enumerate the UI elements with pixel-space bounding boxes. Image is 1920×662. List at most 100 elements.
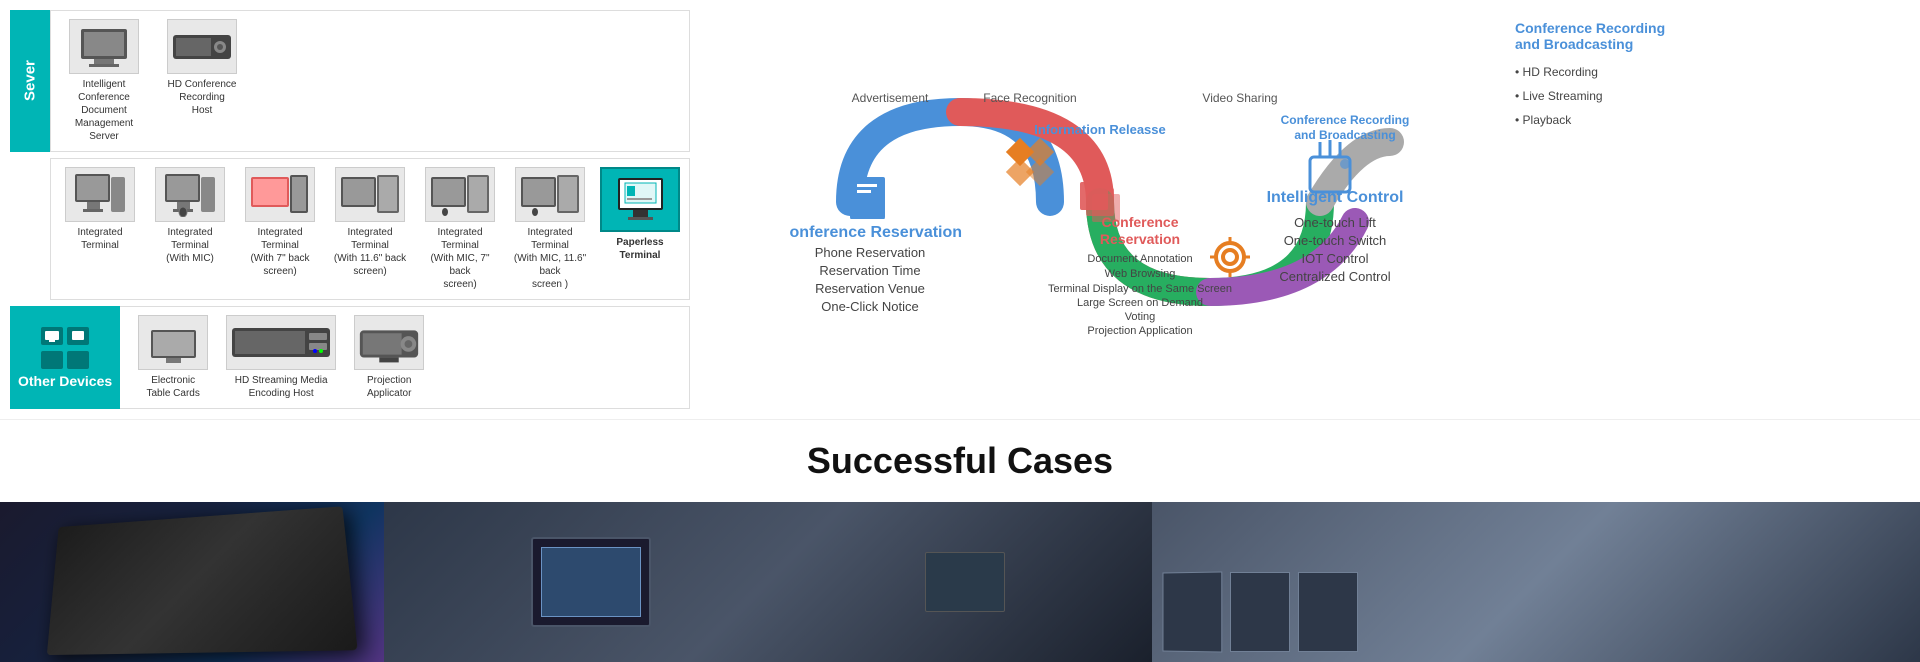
svg-text:Terminal Display on the Same S: Terminal Display on the Same Screen [1048,283,1232,295]
other-devices-container: Other Devices [10,306,120,409]
server-row: Sever Intelligent ConferenceDocu [10,10,690,152]
projection-applicator-icon [354,315,424,370]
svg-text:Conference Recording: Conference Recording [1281,113,1410,127]
svg-text:Phone Reservation: Phone Reservation [815,245,926,260]
conference-recording-items: • HD Recording • Live Streaming • Playba… [1515,60,1905,132]
device-integrated-terminal-mic: IntegratedTerminal(With MIC) [149,167,231,291]
device-integrated-terminal-7back: IntegratedTerminal(With 7" backscreen) [239,167,321,291]
integrated-terminal-mic-7back-icon [425,167,495,222]
integrated-terminal-mic-7back-label: Integrated Terminal(With MIC, 7" backscr… [419,226,501,291]
case-image-1 [0,502,384,662]
device-projection-applicator: ProjectionApplicator [344,315,434,400]
svg-text:and Broadcasting: and Broadcasting [1294,128,1395,142]
recording-item-2: • Live Streaming [1515,84,1905,108]
hd-recording-icon [167,19,237,74]
hd-streaming-label: HD Streaming MediaEncoding Host [235,374,328,400]
mini-icon-1 [41,327,63,345]
integrated-terminal-mic-label: IntegratedTerminal(With MIC) [166,226,214,265]
electronic-table-cards-label: ElectronicTable Cards [146,374,199,400]
hd-recording-label: HD Conference RecordingHost [157,78,247,117]
mini-icon-2 [67,327,89,345]
integrated-terminal-116back-icon [335,167,405,222]
case-image-3 [1152,502,1920,662]
svg-text:Reservation Venue: Reservation Venue [815,281,925,296]
device-hd-streaming: HD Streaming MediaEncoding Host [226,315,336,400]
case-device-1 [47,506,358,655]
device-integrated-terminal: IntegratedTerminal [59,167,141,291]
svg-text:Conference: Conference [1101,214,1178,230]
svg-text:One-touch Switch: One-touch Switch [1284,233,1387,248]
other-devices-label: Other Devices [18,373,112,389]
integrated-terminal-mic-116back-icon [515,167,585,222]
device-electronic-table-cards: ElectronicTable Cards [128,315,218,400]
cases-images-row [0,502,1920,662]
integrated-terminal-7back-icon [245,167,315,222]
device-integrated-terminal-mic-116back: Integrated Terminal(With MIC, 11.6" back… [509,167,591,291]
server-label: Sever [10,10,50,152]
case-device-3a [1162,571,1222,652]
svg-text:Voting: Voting [1125,311,1156,323]
s-curve-diagram: Advertisement Face Recognition Informati… [790,82,1410,337]
right-features-panel: Conference Recordingand Broadcasting • H… [1500,0,1920,419]
recording-item-3: • Playback [1515,108,1905,132]
mini-icon-3 [41,351,63,369]
svg-text:Information Releasse: Information Releasse [1034,122,1166,137]
hd-streaming-icon [226,315,336,370]
integrated-terminal-116back-label: Integrated Terminal(With 11.6" backscree… [329,226,411,278]
center-diagram-panel: Advertisement Face Recognition Informati… [700,0,1500,419]
case-device-2a [531,537,651,627]
top-section: Sever Intelligent ConferenceDocu [0,0,1920,420]
integrated-terminal-icon [65,167,135,222]
svg-text:Intelligent Control: Intelligent Control [1267,189,1404,206]
projection-applicator-label: ProjectionApplicator [367,374,411,400]
other-devices-mini-icons [41,327,89,345]
intelligent-conference-label: Intelligent ConferenceDocument Managemen… [59,78,149,143]
terminal-row: IntegratedTerminal [10,158,690,300]
server-devices-grid: Intelligent ConferenceDocument Managemen… [50,10,690,152]
left-devices-panel: Sever Intelligent ConferenceDocu [0,0,700,419]
other-devices-mini-icons-2 [41,351,89,369]
integrated-terminal-label: IntegratedTerminal [77,226,122,252]
paperless-terminal-icon-label [613,173,668,226]
device-hd-recording: HD Conference RecordingHost [157,19,247,143]
case-device-screen [541,547,641,617]
case-image-2 [384,502,1152,662]
recording-item-1: • HD Recording [1515,60,1905,84]
other-devices-items-grid: ElectronicTable Cards [120,306,690,409]
case-image-2-content [384,502,1152,662]
electronic-table-cards-icon [138,315,208,370]
case-device-3c [1298,572,1358,652]
successful-cases-title: Successful Cases [0,440,1920,482]
other-devices-row: Other Devices ElectronicTable Cards [10,306,690,409]
svg-text:One-Click Notice: One-Click Notice [821,299,919,314]
conference-recording-section: Conference Recordingand Broadcasting • H… [1515,20,1905,132]
svg-text:Advertisement: Advertisement [852,91,929,105]
svg-text:Projection Application: Projection Application [1087,325,1192,337]
successful-cases-section: Successful Cases [0,420,1920,492]
conference-recording-title: Conference Recordingand Broadcasting [1515,20,1905,52]
svg-text:Reservation: Reservation [1100,231,1180,247]
device-integrated-terminal-116back: Integrated Terminal(With 11.6" backscree… [329,167,411,291]
terminal-devices-grid: IntegratedTerminal [50,158,690,300]
device-integrated-terminal-mic-7back: Integrated Terminal(With MIC, 7" backscr… [419,167,501,291]
svg-text:Document Annotation: Document Annotation [1087,253,1192,265]
svg-text:IOT Control: IOT Control [1302,251,1369,266]
case-device-2b [925,552,1005,612]
svg-text:One-touch Lift: One-touch Lift [1294,215,1376,230]
case-device-3b [1230,572,1290,652]
paperless-terminal-label: PaperlessTerminal [616,236,663,262]
svg-text:Video Sharing: Video Sharing [1202,91,1277,105]
svg-text:Large Screen on Demand: Large Screen on Demand [1077,297,1203,309]
svg-text:Centralized Control: Centralized Control [1279,269,1390,284]
intelligent-conference-icon [69,19,139,74]
integrated-terminal-mic-116back-label: Integrated Terminal(With MIC, 11.6" back… [509,226,591,291]
device-paperless-terminal: PaperlessTerminal [599,167,681,291]
integrated-terminal-7back-label: IntegratedTerminal(With 7" backscreen) [250,226,309,278]
svg-text:Face Recognition: Face Recognition [983,91,1076,105]
svg-text:Reservation Time: Reservation Time [819,263,920,278]
svg-text:Conference Reservation: Conference Reservation [790,224,962,241]
paperless-terminal-icon [600,167,680,232]
case-image-3-content [1152,502,1920,662]
svg-text:Web Browsing: Web Browsing [1105,268,1176,280]
mini-icon-4 [67,351,89,369]
